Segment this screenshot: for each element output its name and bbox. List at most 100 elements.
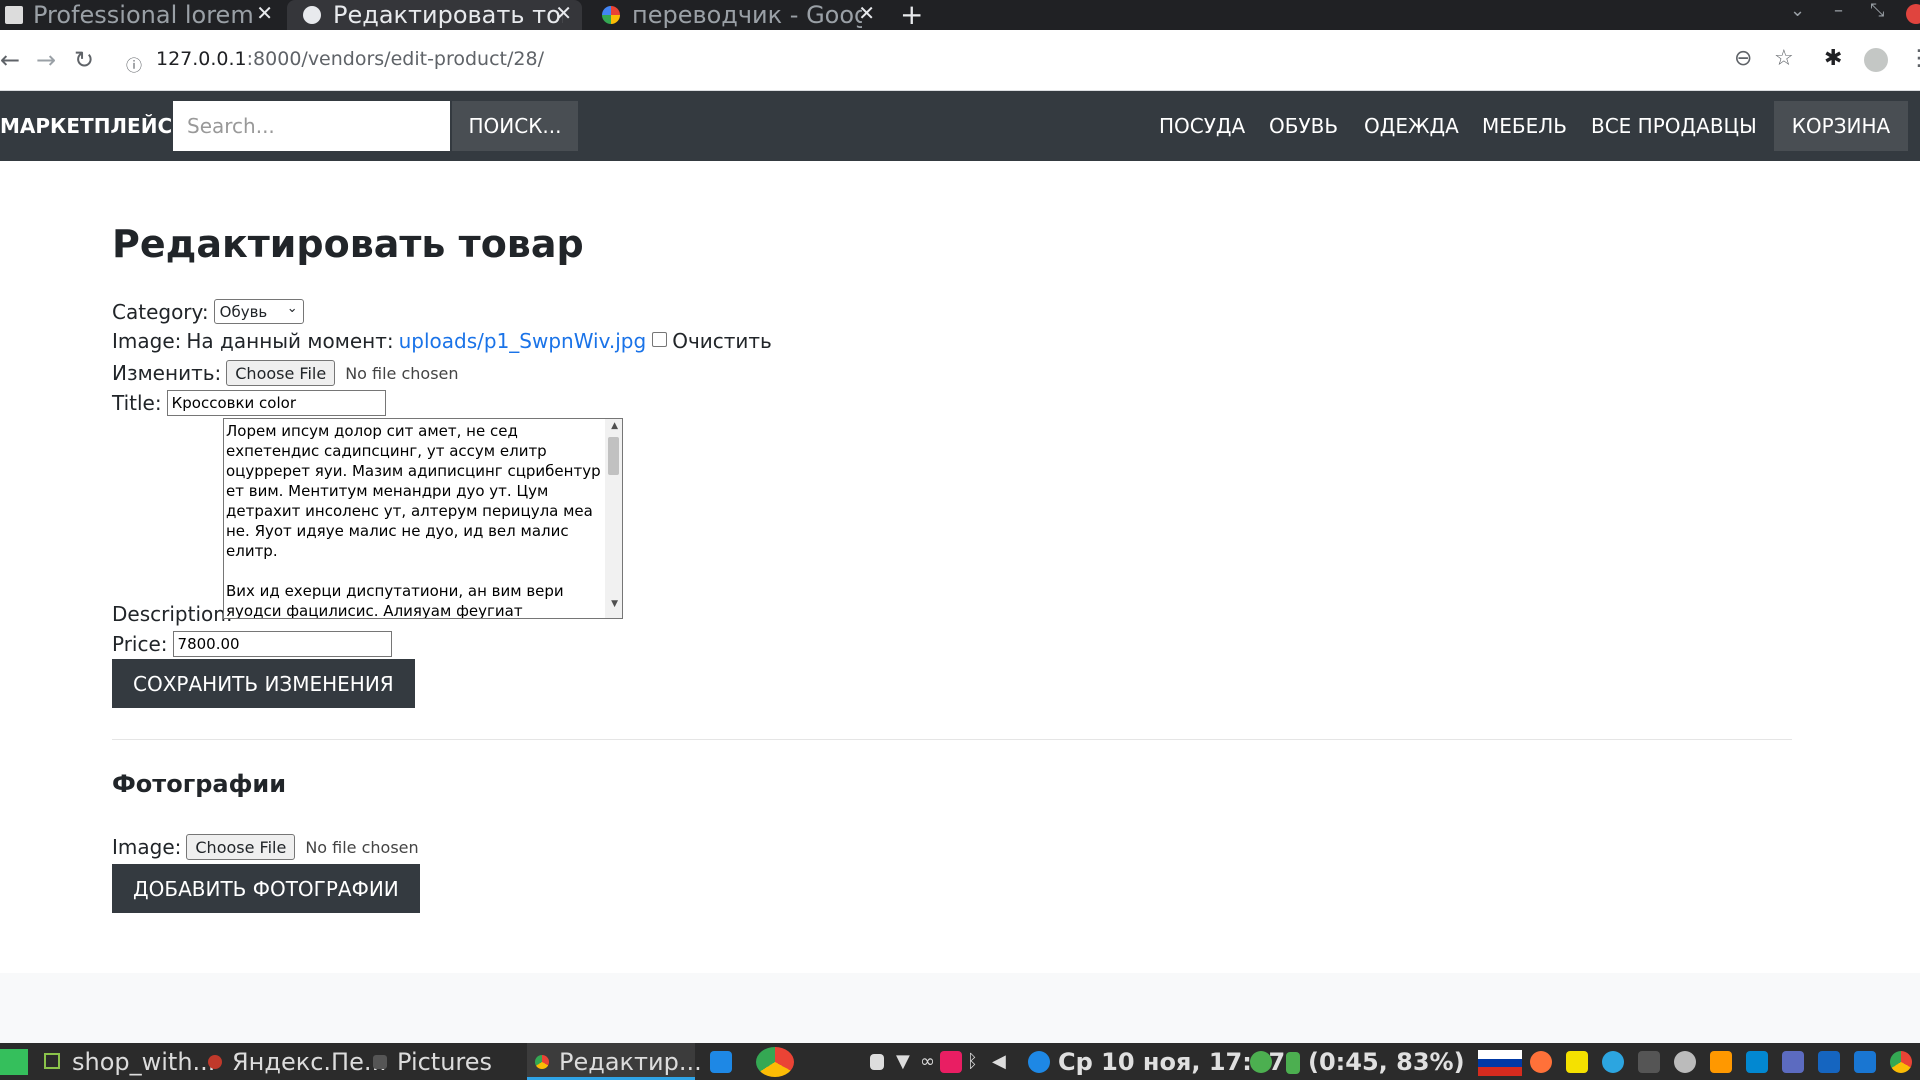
tab-title: Редактировать тов [333,1,563,29]
image-label: Image: [112,329,182,353]
scroll-down-arrow-icon[interactable]: ▼ [611,599,618,609]
description-text: Лорем ипсум долор сит амет, не сед ехпет… [226,422,601,619]
save-changes-button[interactable]: СОХРАНИТЬ ИЗМЕНЕНИЯ [112,659,415,708]
tab-search-icon[interactable]: ⌄ [1790,0,1805,21]
close-window-icon[interactable] [1906,4,1920,24]
taskbar-item-shop[interactable]: shop_with... [72,1048,215,1076]
address-toolbar: ← → ↻ ⓘ 127.0.0.1:8000/vendors/edit-prod… [0,30,1920,91]
choose-file-button[interactable]: Choose File [226,360,336,386]
taskbar-item-label: shop_with... [72,1048,216,1076]
yandex-icon [208,1055,222,1069]
photo-image-label: Image: [112,835,182,859]
title-input[interactable]: Кроссовки color [166,390,386,416]
update-icon[interactable] [1028,1051,1050,1073]
wifi-icon[interactable]: ▼ [896,1051,918,1073]
taskbar-item-yandex[interactable]: Яндекс.Пе... [208,1048,387,1076]
search-button[interactable]: ПОИСК... [452,101,578,151]
site-navbar: МАРКЕТПЛЕЙС ПОИСК... ПОСУДА ОБУВЬ ОДЕЖДА… [0,91,1920,161]
browser-tab-strip: Professional lorem i ✕ Редактировать тов… [0,0,1920,31]
chrome-icon [535,1055,549,1069]
textarea-scrollbar[interactable]: ▲ ▼ [605,419,622,618]
page-title: Редактировать товар [112,222,584,266]
tab-translator[interactable]: переводчик - Goog ✕ [590,0,885,30]
chrome-launcher-icon[interactable] [756,1047,794,1077]
taskbar-item-pictures[interactable]: Pictures [373,1048,492,1076]
description-textarea[interactable]: Лорем ипсум долор сит амет, не сед ехпет… [223,418,623,619]
globe-icon [303,6,321,24]
firefox-icon[interactable] [1530,1051,1552,1073]
forward-icon[interactable]: → [36,46,56,74]
taskbar-item-chrome[interactable]: Редактир... [535,1048,702,1076]
console-icon[interactable] [1638,1051,1660,1073]
section-divider [112,739,1792,740]
price-input[interactable]: 7800.00 [172,631,392,657]
cart-button[interactable]: КОРЗИНА [1774,101,1908,151]
tab-title: переводчик - Goog [632,1,862,29]
new-tab-button[interactable]: + [900,0,923,31]
tab-title: Professional lorem i [33,1,263,29]
bluetooth-icon[interactable]: ᛒ [967,1051,989,1073]
bookmark-star-icon[interactable]: ☆ [1774,46,1794,71]
sublime-icon[interactable] [1710,1051,1732,1073]
reload-icon[interactable]: ↻ [74,46,94,74]
nav-link-odezhda[interactable]: ОДЕЖДА [1364,114,1459,138]
menu-kebab-icon[interactable]: ⋮ [1908,46,1920,71]
terminal-icon[interactable] [44,1053,60,1069]
category-select[interactable]: Обувь ⌄ [213,299,304,324]
start-menu-icon[interactable] [0,1049,28,1075]
category-label: Category: [112,299,209,324]
telegram-icon[interactable] [1602,1051,1624,1073]
site-info-icon[interactable]: ⓘ [126,52,142,76]
nav-link-all-vendors[interactable]: ВСЕ ПРОДАВЦЫ [1591,114,1757,138]
taskbar-item-label: Яндекс.Пе... [232,1048,387,1076]
shield-icon[interactable] [870,1054,884,1070]
minimize-icon[interactable]: – [1834,0,1843,21]
vscode-icon[interactable] [1746,1051,1768,1073]
clear-image-checkbox[interactable] [652,331,668,347]
nav-link-posuda[interactable]: ПОСУДА [1159,114,1245,138]
code-icon[interactable] [1818,1051,1840,1073]
app-cube-icon[interactable] [940,1051,962,1073]
nav-link-obuv[interactable]: ОБУВЬ [1269,114,1338,138]
description-row: Description: [112,602,233,626]
category-row: Category: Обувь ⌄ [112,299,304,324]
calculator-icon[interactable] [1782,1051,1804,1073]
grammarly-icon[interactable] [1250,1051,1272,1073]
document-icon[interactable] [1854,1051,1876,1073]
search-input[interactable] [173,101,450,151]
title-label: Title: [112,391,162,415]
database-icon[interactable] [1674,1051,1696,1073]
chevron-down-icon: ⌄ [286,301,298,316]
volume-icon[interactable]: ◀ [992,1051,1014,1073]
close-tab-icon[interactable]: ✕ [858,1,875,25]
restore-icon[interactable]: ⤡ [1870,0,1884,21]
scroll-up-arrow-icon[interactable]: ▲ [611,421,618,431]
screen-icon[interactable] [710,1051,732,1073]
google-icon [602,6,620,24]
add-photos-button[interactable]: ДОБАВИТЬ ФОТОГРАФИИ [112,864,420,913]
attachment-icon[interactable]: ∞ [920,1051,942,1073]
nav-link-mebel[interactable]: МЕБЕЛЬ [1482,114,1567,138]
page-favicon-icon [5,6,23,24]
back-icon[interactable]: ← [0,46,20,74]
zoom-icon[interactable]: ⊖ [1734,46,1752,71]
photos-section-title: Фотографии [112,770,287,798]
tab-edit-product[interactable]: Редактировать тов ✕ [287,0,582,30]
extensions-icon[interactable]: ✱ [1824,46,1842,71]
choose-photo-button[interactable]: Choose File [186,834,296,860]
battery-icon[interactable] [1286,1052,1300,1074]
close-tab-icon[interactable]: ✕ [256,1,273,25]
os-taskbar: shop_with... Яндекс.Пе... Pictures Редак… [0,1043,1920,1080]
address-bar[interactable]: 127.0.0.1:8000/vendors/edit-product/28/ [156,48,544,70]
price-label: Price: [112,632,168,656]
change-image-row: Изменить: Choose File No file chosen [112,360,459,386]
scroll-thumb[interactable] [608,437,619,475]
image-current-link[interactable]: uploads/p1_SwpnWiv.jpg [399,329,647,353]
chrome-tray-icon[interactable] [1890,1051,1912,1073]
close-tab-icon[interactable]: ✕ [555,1,572,25]
brand-logo[interactable]: МАРКЕТПЛЕЙС [0,114,172,138]
profile-avatar[interactable] [1864,48,1888,72]
pycharm-icon[interactable] [1566,1051,1588,1073]
russian-flag-icon[interactable] [1478,1050,1522,1076]
tab-professional-lorem[interactable]: Professional lorem i ✕ [0,0,283,30]
